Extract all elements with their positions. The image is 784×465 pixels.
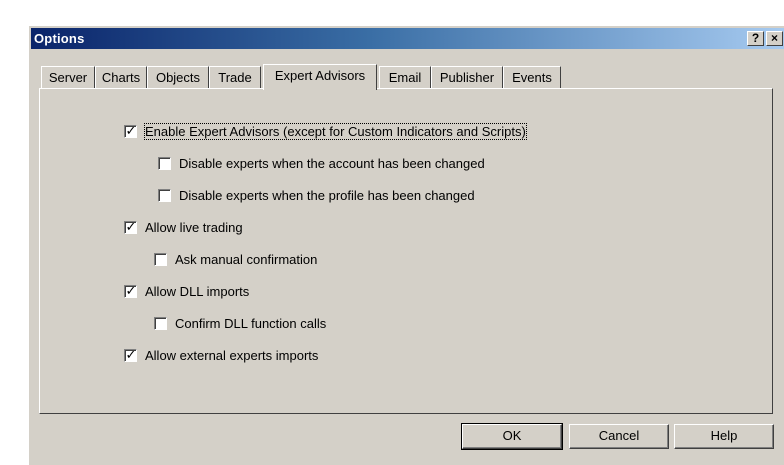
checkbox-box[interactable]: ✓ bbox=[124, 282, 137, 298]
ask-manual-confirmation-checkbox[interactable]: Ask manual confirmation bbox=[154, 250, 317, 268]
tab-publisher[interactable]: Publisher bbox=[431, 66, 503, 88]
allow-dll-imports-checkbox[interactable]: ✓ Allow DLL imports bbox=[124, 282, 249, 300]
checkbox-box[interactable] bbox=[158, 156, 171, 170]
tab-expert-advisors[interactable]: Expert Advisors bbox=[263, 64, 377, 90]
tab-server[interactable]: Server bbox=[41, 66, 95, 88]
confirm-dll-calls-label: Confirm DLL function calls bbox=[175, 315, 327, 331]
check-mark-icon: ✓ bbox=[125, 282, 137, 298]
enable-expert-advisors-checkbox[interactable]: ✓ Enable Expert Advisors (except for Cus… bbox=[124, 122, 527, 140]
tab-objects[interactable]: Objects bbox=[147, 66, 209, 88]
tab-trade[interactable]: Trade bbox=[209, 66, 261, 88]
disable-on-profile-change-label: Disable experts when the profile has bee… bbox=[179, 187, 475, 203]
cancel-button[interactable]: Cancel bbox=[569, 424, 669, 449]
checkbox-box[interactable]: ✓ bbox=[124, 218, 137, 234]
help-icon[interactable]: ? bbox=[747, 31, 764, 46]
allow-external-experts-imports-checkbox[interactable]: ✓ Allow external experts imports bbox=[124, 346, 318, 364]
checkbox-box[interactable] bbox=[154, 252, 167, 266]
options-dialog: Options ? × Server Charts Objects Trade … bbox=[28, 25, 784, 465]
check-mark-icon: ✓ bbox=[125, 346, 137, 362]
disable-on-profile-change-checkbox[interactable]: Disable experts when the profile has bee… bbox=[158, 186, 475, 204]
tab-email[interactable]: Email bbox=[379, 66, 431, 88]
ok-button[interactable]: OK bbox=[461, 423, 563, 450]
disable-on-account-change-checkbox[interactable]: Disable experts when the account has bee… bbox=[158, 154, 485, 172]
check-mark-icon: ✓ bbox=[125, 122, 137, 138]
title-bar[interactable]: Options ? × bbox=[31, 28, 784, 49]
tab-charts[interactable]: Charts bbox=[95, 66, 147, 88]
help-button[interactable]: Help bbox=[674, 424, 774, 449]
checkbox-box[interactable] bbox=[158, 188, 171, 202]
disable-on-account-change-label: Disable experts when the account has bee… bbox=[179, 155, 485, 171]
close-icon[interactable]: × bbox=[766, 31, 783, 46]
check-mark-icon: ✓ bbox=[125, 218, 137, 234]
allow-live-trading-checkbox[interactable]: ✓ Allow live trading bbox=[124, 218, 243, 236]
checkbox-box[interactable] bbox=[154, 316, 167, 330]
confirm-dll-calls-checkbox[interactable]: Confirm DLL function calls bbox=[154, 314, 326, 332]
window-title: Options bbox=[34, 31, 85, 46]
allow-external-experts-imports-label: Allow external experts imports bbox=[145, 347, 319, 363]
ask-manual-confirmation-label: Ask manual confirmation bbox=[175, 251, 318, 267]
checkbox-box[interactable]: ✓ bbox=[124, 346, 137, 362]
tab-events[interactable]: Events bbox=[503, 66, 561, 88]
checkbox-box[interactable]: ✓ bbox=[124, 122, 137, 138]
allow-live-trading-label: Allow live trading bbox=[145, 219, 243, 235]
enable-expert-advisors-label: Enable Expert Advisors (except for Custo… bbox=[144, 122, 527, 140]
expert-advisors-panel: ✓ Enable Expert Advisors (except for Cus… bbox=[39, 88, 773, 414]
allow-dll-imports-label: Allow DLL imports bbox=[145, 283, 250, 299]
